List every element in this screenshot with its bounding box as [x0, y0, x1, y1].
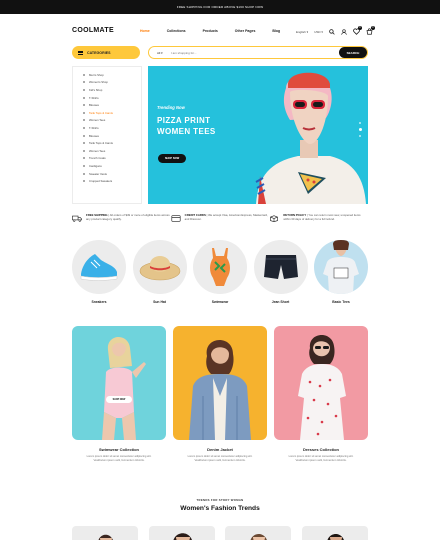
sidebar-item-active[interactable]: Tank Tops & Camis	[83, 109, 141, 117]
user-icon[interactable]	[341, 28, 347, 35]
truck-icon	[72, 215, 82, 222]
nav-other-pages[interactable]: Other Pages	[235, 29, 256, 33]
collection-title: Dresses Collection	[302, 447, 339, 452]
sidebar-item[interactable]: Kid's Shop	[83, 86, 141, 94]
search-button[interactable]: SEARCH	[339, 47, 367, 58]
collection-description: Lorem ipsum dolor sit amet consectetur a…	[288, 455, 354, 462]
collection-description: Lorem ipsum dolor sit amet consectetur a…	[86, 455, 152, 462]
sidebar-item[interactable]: Blouses	[83, 101, 141, 109]
announcement-text: FREE SHIPPING FOR ORDER ABOVE $160 SHOP …	[176, 5, 264, 9]
collection-description: Lorem ipsum dolor sit amet consectetur a…	[187, 455, 253, 462]
hero-shop-now-button[interactable]: SHOP NOW	[158, 154, 186, 163]
search-bar: All ▾ SEARCH	[148, 46, 368, 59]
cart-icon[interactable]: 0	[366, 26, 375, 35]
trend-card[interactable]	[148, 526, 215, 540]
trends-title: Women's Fashion Trends	[180, 505, 260, 512]
feature-credit-cards: CREDIT CARDS | We accept Visa, American …	[171, 213, 270, 222]
credit-card-icon	[171, 214, 181, 222]
sidebar-item[interactable]: Women's Shop	[83, 79, 141, 87]
site-header: COOLMATE Home Collections Products Other…	[0, 14, 440, 48]
hero-title: PIZZA PRINT WOMEN TEES	[157, 116, 216, 136]
category-card-jean-short[interactable]: Jean Short	[253, 240, 308, 304]
category-card-sneakers[interactable]: Sneakers	[72, 240, 126, 304]
cart-count: 0	[370, 26, 375, 30]
hero-tagline: Trending Now	[157, 105, 185, 110]
category-label: Basic Tees	[332, 300, 350, 304]
nav-home[interactable]: Home	[140, 29, 150, 33]
collection-card-swimwear[interactable]: SHOP NOW Swimwear Collection Lorem ipsum…	[72, 326, 166, 463]
dresses-collection-image	[274, 326, 368, 440]
product-categories: Sneakers Sun Hat Swimwear Jean Short Bas…	[72, 240, 368, 304]
category-label: Sun Hat	[153, 300, 166, 304]
trend-card[interactable]	[72, 526, 138, 540]
site-logo[interactable]: COOLMATE	[72, 27, 114, 34]
wishlist-icon[interactable]: 0	[353, 26, 362, 35]
slider-dot[interactable]	[359, 135, 361, 137]
category-card-sun-hat[interactable]: Sun Hat	[132, 240, 187, 304]
jean-short-image	[253, 240, 308, 294]
nav-products[interactable]: Products	[203, 29, 218, 33]
search-category-select[interactable]: All ▾	[149, 51, 171, 55]
collection-card-dresses[interactable]: Dresses Collection Lorem ipsum dolor sit…	[274, 326, 368, 463]
nav-blog[interactable]: Blog	[272, 29, 280, 33]
language-select[interactable]: English ▾	[296, 30, 308, 34]
category-label: Sneakers	[91, 300, 107, 304]
trend-card[interactable]	[225, 526, 292, 540]
sidebar-item[interactable]: T-Shirts	[83, 94, 141, 102]
swimwear-shop-now-button[interactable]: SHOP NOW	[106, 396, 132, 403]
sidebar-item[interactable]: Blouses	[83, 132, 141, 140]
sidebar-item[interactable]: Cardigans	[83, 162, 141, 170]
sun-hat-image	[132, 240, 187, 294]
sidebar-item[interactable]: Tank Tops & Camis	[83, 139, 141, 147]
category-card-swimwear[interactable]: Swimwear	[193, 240, 247, 304]
sidebar-item[interactable]: T-Shirts	[83, 124, 141, 132]
search-input[interactable]	[171, 50, 339, 55]
sidebar-item[interactable]: Trench Coats	[83, 155, 141, 163]
category-label: Jean Short	[271, 300, 290, 304]
collections-row: SHOP NOW Swimwear Collection Lorem ipsum…	[72, 326, 368, 463]
collection-title: Denim Jacket	[207, 447, 233, 452]
slider-dot-active[interactable]	[358, 128, 362, 131]
trend-card[interactable]	[301, 526, 368, 540]
return-box-icon	[270, 214, 279, 222]
category-card-basic-tees[interactable]: Basic Tees	[314, 240, 368, 304]
feature-free-shipping: FREE SHIPPING | All orders of $49 or mor…	[72, 213, 171, 222]
sidebar-item[interactable]: Women Tees	[83, 147, 141, 155]
collection-title: Swimwear Collection	[98, 447, 139, 452]
nav-collections[interactable]: Collections	[167, 29, 186, 33]
features-row: FREE SHIPPING | All orders of $49 or mor…	[72, 213, 368, 222]
announcement-bar: FREE SHIPPING FOR ORDER ABOVE $160 SHOP …	[0, 0, 440, 14]
trend-cards-row	[72, 526, 368, 540]
category-label: Swimwear	[211, 300, 229, 304]
hero-banner: Trending Now PIZZA PRINT WOMEN TEES SHOP…	[148, 66, 368, 204]
hero-slider-dots	[358, 122, 362, 137]
swimwear-collection-image: SHOP NOW	[72, 326, 166, 440]
trends-eyebrow: TRENDS FOR STORY WOMAN	[196, 498, 244, 502]
basic-tees-image	[314, 240, 368, 294]
category-sidebar: Men's Shop Women's Shop Kid's Shop T-Shi…	[72, 66, 142, 204]
main-nav: Home Collections Products Other Pages Bl…	[140, 29, 297, 33]
feature-return-policy: RETURN POLICY | You can return most new,…	[269, 213, 368, 222]
header-actions: English ▾ USD ▾ 0 0	[296, 26, 375, 35]
swimwear-image	[193, 240, 247, 294]
slider-dot[interactable]	[359, 122, 361, 124]
sneakers-image	[72, 240, 126, 294]
categories-label: CATEGORIES	[87, 50, 111, 55]
sidebar-item[interactable]: Men's Shop	[83, 71, 141, 79]
sidebar-item[interactable]: Women Tees	[83, 117, 141, 125]
collection-card-denim-jacket[interactable]: Denim Jacket Lorem ipsum dolor sit amet …	[173, 326, 267, 463]
sidebar-item[interactable]: Cropped Sweaters	[83, 177, 141, 185]
menu-icon	[78, 50, 83, 55]
currency-select[interactable]: USD ▾	[314, 30, 323, 34]
categories-button[interactable]: CATEGORIES	[72, 46, 140, 59]
search-icon[interactable]	[329, 28, 335, 35]
wishlist-count: 0	[357, 26, 362, 30]
sidebar-item[interactable]: Sweater Vests	[83, 170, 141, 178]
denim-jacket-image	[173, 326, 267, 440]
